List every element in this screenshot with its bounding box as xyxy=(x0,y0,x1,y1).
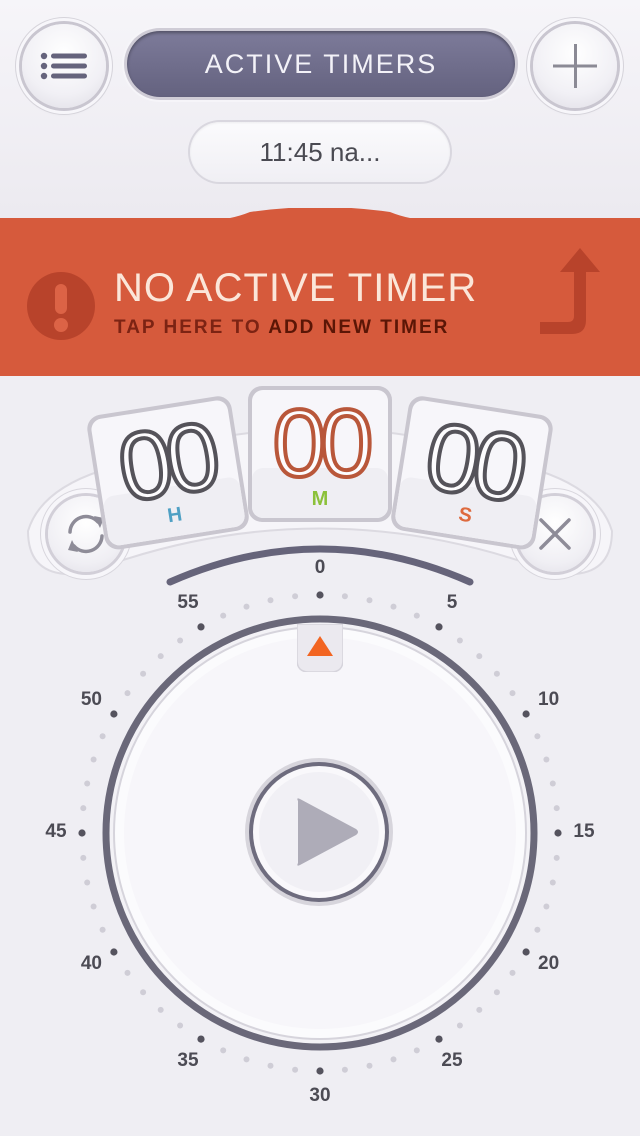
banner-title: NO ACTIVE TIMER xyxy=(114,266,478,310)
dial-minor-tick xyxy=(493,989,500,996)
dial-minor-tick xyxy=(493,670,500,677)
dial-major-tick xyxy=(316,1067,324,1075)
dial-label: 30 xyxy=(309,1085,331,1106)
dial-minor-tick xyxy=(509,969,516,976)
dial-minor-tick xyxy=(267,1062,274,1069)
dial-minor-tick xyxy=(90,756,97,763)
plus-icon xyxy=(553,44,597,88)
banner-subtitle-action: ADD NEW TIMER xyxy=(268,317,450,338)
dial-label: 20 xyxy=(538,953,560,974)
dial-label: 5 xyxy=(446,592,458,614)
dial-major-tick xyxy=(316,591,324,599)
dial-minor-tick xyxy=(140,989,147,996)
dial-minor-tick xyxy=(509,690,516,697)
dial-minor-tick xyxy=(476,1006,483,1013)
dial-minor-tick xyxy=(292,593,299,600)
header-bar: ACTIVE TIMERS 11:45 na... xyxy=(0,0,640,219)
dial-minor-tick xyxy=(157,653,164,660)
dial-major-tick xyxy=(197,623,205,631)
no-active-timer-banner[interactable]: NO ACTIVE TIMER TAP HERE TO ADD NEW TIME… xyxy=(0,208,640,376)
list-icon xyxy=(40,52,87,80)
dial-major-tick xyxy=(110,710,118,718)
dial-minor-tick xyxy=(243,603,250,610)
dial-minor-tick xyxy=(549,780,556,787)
dial-minor-tick xyxy=(157,1006,164,1013)
dial-minor-tick xyxy=(543,903,550,910)
play-button[interactable] xyxy=(244,757,394,907)
dial-label: 25 xyxy=(441,1049,463,1071)
dial-minor-tick xyxy=(390,603,397,610)
dial-minor-tick xyxy=(534,733,541,740)
dial-minor-tick xyxy=(390,1056,397,1063)
timer-name-pill[interactable]: 11:45 na... xyxy=(190,122,450,182)
dial-minor-tick xyxy=(80,805,87,812)
dial-label: 40 xyxy=(80,953,102,974)
play-icon xyxy=(245,758,393,906)
dial-minor-tick xyxy=(413,612,420,619)
dial-label: 45 xyxy=(45,821,67,842)
dial-minor-tick xyxy=(177,1022,184,1029)
dial-major-tick xyxy=(435,1035,443,1043)
timer-main: 00 H 00 M 00 S 0 5 10 15 20 25 30 35 40 45 50 55 xyxy=(0,376,640,1136)
banner-subtitle: TAP HERE TO ADD NEW TIMER xyxy=(114,317,534,339)
dial-label: 0 xyxy=(314,557,326,578)
dial-minor-tick xyxy=(476,653,483,660)
dial-minor-tick xyxy=(140,670,147,677)
dial-minor-tick xyxy=(366,597,373,604)
dial-minor-tick xyxy=(341,1066,348,1073)
dial-minor-tick xyxy=(99,733,106,740)
timer-name-label: 11:45 na... xyxy=(259,137,381,167)
arrow-up-icon xyxy=(540,248,600,334)
dial-major-tick xyxy=(435,623,443,631)
dial-minor-tick xyxy=(456,1022,463,1029)
dial-minor-tick xyxy=(366,1062,373,1069)
dial-minor-tick xyxy=(84,879,91,886)
header-title: ACTIVE TIMERS xyxy=(204,49,438,79)
dial-label: 35 xyxy=(177,1049,199,1071)
add-timer-button[interactable] xyxy=(533,24,617,108)
dial-label: 55 xyxy=(177,592,199,614)
dial-minor-tick xyxy=(549,879,556,886)
triangle-pointer-icon xyxy=(297,624,343,672)
dial-label: 10 xyxy=(538,689,560,710)
dial-minor-tick xyxy=(413,1047,420,1054)
dial-minor-tick xyxy=(80,854,87,861)
active-timers-button[interactable]: ACTIVE TIMERS xyxy=(127,31,515,97)
banner-tab xyxy=(0,208,640,238)
dial-minor-tick xyxy=(292,1066,299,1073)
dial-minor-tick xyxy=(124,969,131,976)
dial-minor-tick xyxy=(84,780,91,787)
dial-minor-tick xyxy=(456,637,463,644)
dial-minor-tick xyxy=(341,593,348,600)
dial-minor-tick xyxy=(177,637,184,644)
dial-minor-tick xyxy=(220,612,227,619)
dial-major-tick xyxy=(197,1035,205,1043)
dial-minor-tick xyxy=(267,597,274,604)
dial-minor-tick xyxy=(220,1047,227,1054)
dial-minor-tick xyxy=(553,805,560,812)
banner-subtitle-prefix: TAP HERE TO xyxy=(114,317,262,338)
dial-minor-tick xyxy=(243,1056,250,1063)
dial-minor-tick xyxy=(553,854,560,861)
dial-minor-tick xyxy=(99,926,106,933)
menu-button[interactable] xyxy=(22,24,106,108)
dial-minor-tick xyxy=(543,756,550,763)
timer-dial[interactable] xyxy=(0,376,640,1136)
dial-minor-tick xyxy=(124,690,131,697)
dial-major-tick xyxy=(522,710,530,718)
exclamation-icon xyxy=(27,272,95,340)
dial-minor-tick xyxy=(534,926,541,933)
dial-label: 15 xyxy=(573,821,595,842)
dial-minor-tick xyxy=(90,903,97,910)
dial-label: 50 xyxy=(80,689,102,710)
